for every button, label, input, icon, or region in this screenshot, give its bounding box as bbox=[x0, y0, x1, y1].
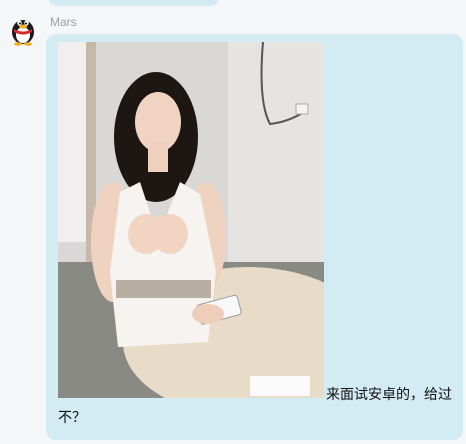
photo-image bbox=[58, 42, 324, 398]
sender-avatar[interactable] bbox=[7, 14, 39, 46]
message-photo[interactable] bbox=[58, 42, 324, 398]
penguin-avatar-icon bbox=[12, 20, 34, 46]
sender-name: Mars bbox=[50, 15, 77, 29]
previous-message-bubble bbox=[48, 0, 220, 6]
message-text-line-2: 不？ bbox=[58, 410, 86, 426]
message-text-line-1: 来面试安卓的，给过 bbox=[326, 387, 452, 403]
